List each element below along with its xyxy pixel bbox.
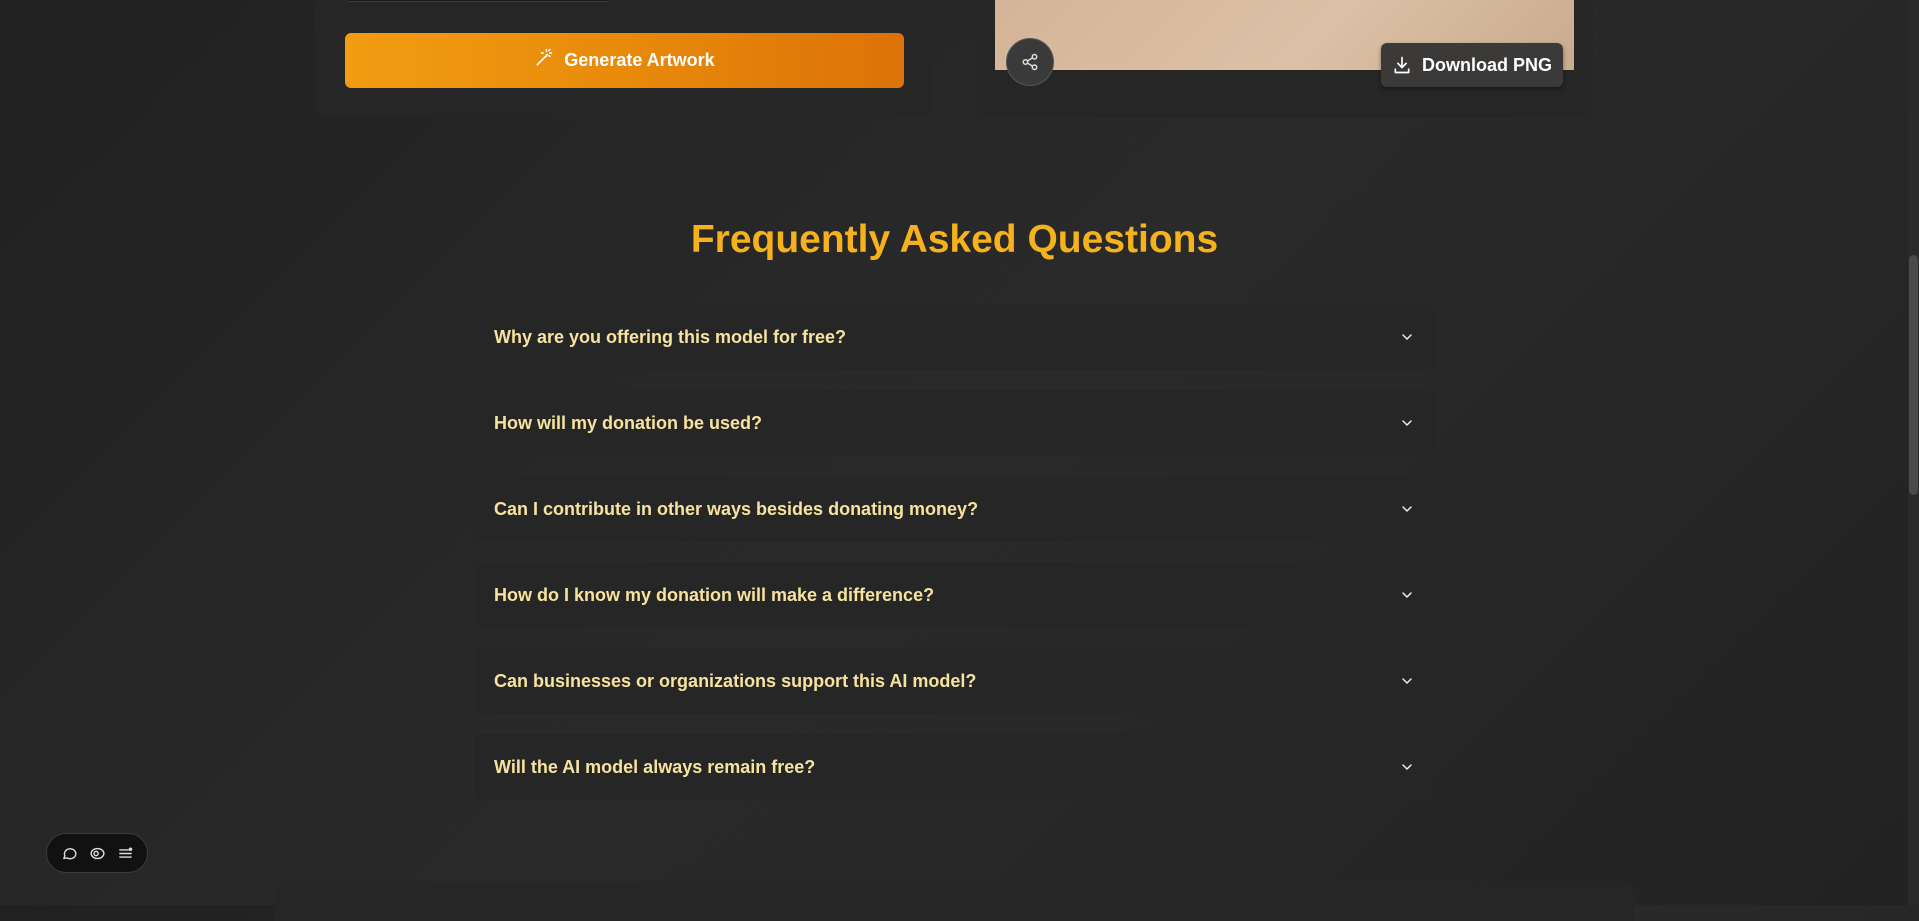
scrollbar-thumb[interactable]	[1909, 255, 1918, 495]
faq-question: Will the AI model always remain free?	[494, 756, 816, 777]
chevron-down-icon	[1399, 501, 1415, 517]
faq-question: How will my donation be used?	[494, 412, 763, 433]
faq-item[interactable]: How do I know my donation will make a di…	[474, 562, 1435, 628]
magic-wand-icon	[534, 48, 554, 73]
faq-question: Can businesses or organizations support …	[494, 670, 977, 691]
list-menu-icon[interactable]	[117, 845, 134, 862]
faq-question: Why are you offering this model for free…	[494, 326, 847, 347]
chat-icon[interactable]	[61, 845, 78, 862]
download-png-button[interactable]: Download PNG	[1381, 43, 1563, 87]
chevron-down-icon	[1399, 329, 1415, 345]
generate-artwork-label: Generate Artwork	[564, 50, 715, 70]
faq-item[interactable]: How will my donation be used?	[474, 390, 1435, 456]
faq-list: Why are you offering this model for free…	[474, 304, 1435, 820]
chevron-down-icon	[1399, 759, 1415, 775]
floating-toolbar	[46, 833, 148, 873]
faq-item[interactable]: Can I contribute in other ways besides d…	[474, 476, 1435, 542]
download-icon	[1392, 55, 1412, 75]
input-field-edge[interactable]	[347, 0, 609, 2]
faq-item[interactable]: Why are you offering this model for free…	[474, 304, 1435, 370]
eye-icon[interactable]	[89, 845, 106, 862]
chevron-down-icon	[1399, 415, 1415, 431]
next-section-card	[275, 881, 1634, 921]
download-png-label: Download PNG	[1422, 54, 1552, 75]
faq-question: Can I contribute in other ways besides d…	[494, 498, 979, 519]
faq-item[interactable]: Can businesses or organizations support …	[474, 648, 1435, 714]
share-icon	[1021, 53, 1039, 71]
faq-item[interactable]: Will the AI model always remain free?	[474, 734, 1435, 800]
scrollbar[interactable]	[1908, 0, 1919, 905]
faq-question: How do I know my donation will make a di…	[494, 584, 935, 605]
generate-artwork-button[interactable]: Generate Artwork	[345, 33, 904, 88]
share-button[interactable]	[1006, 38, 1054, 86]
chevron-down-icon	[1399, 587, 1415, 603]
chevron-down-icon	[1399, 673, 1415, 689]
faq-heading: Frequently Asked Questions	[690, 218, 1219, 261]
